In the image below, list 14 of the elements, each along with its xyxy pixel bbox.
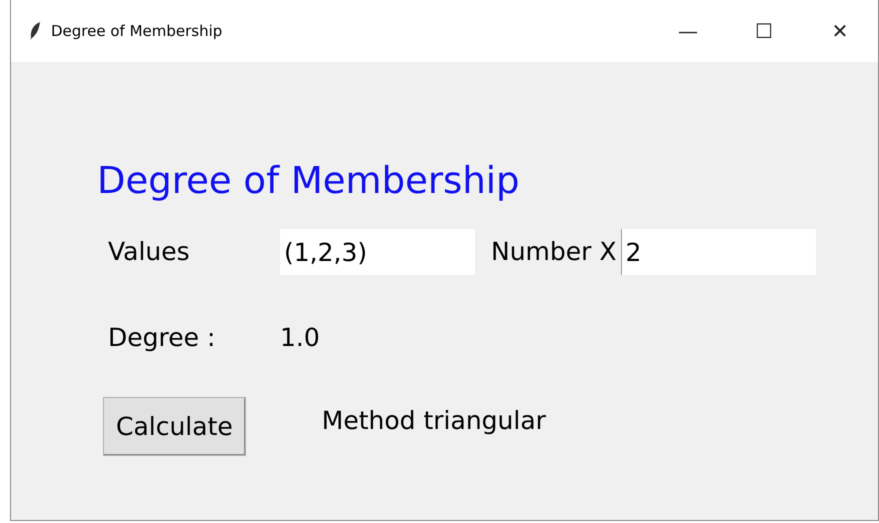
- feather-icon: [29, 21, 41, 41]
- app-heading: Degree of Membership: [97, 162, 521, 199]
- window-title: Degree of Membership: [51, 20, 222, 42]
- method-label: Method triangular: [322, 404, 546, 436]
- degree-label: Degree :: [107, 322, 216, 354]
- maximize-button[interactable]: ☐: [726, 16, 802, 46]
- values-field[interactable]: (1,2,3): [280, 229, 475, 275]
- values-label: Values: [107, 236, 191, 268]
- degree-value: 1.0: [280, 322, 320, 354]
- close-button[interactable]: ✕: [802, 16, 878, 46]
- number-label: Number X: [491, 236, 617, 268]
- number-field[interactable]: 2: [620, 229, 816, 275]
- calculate-button[interactable]: Calculate: [103, 396, 246, 456]
- minimize-button[interactable]: —: [650, 16, 726, 46]
